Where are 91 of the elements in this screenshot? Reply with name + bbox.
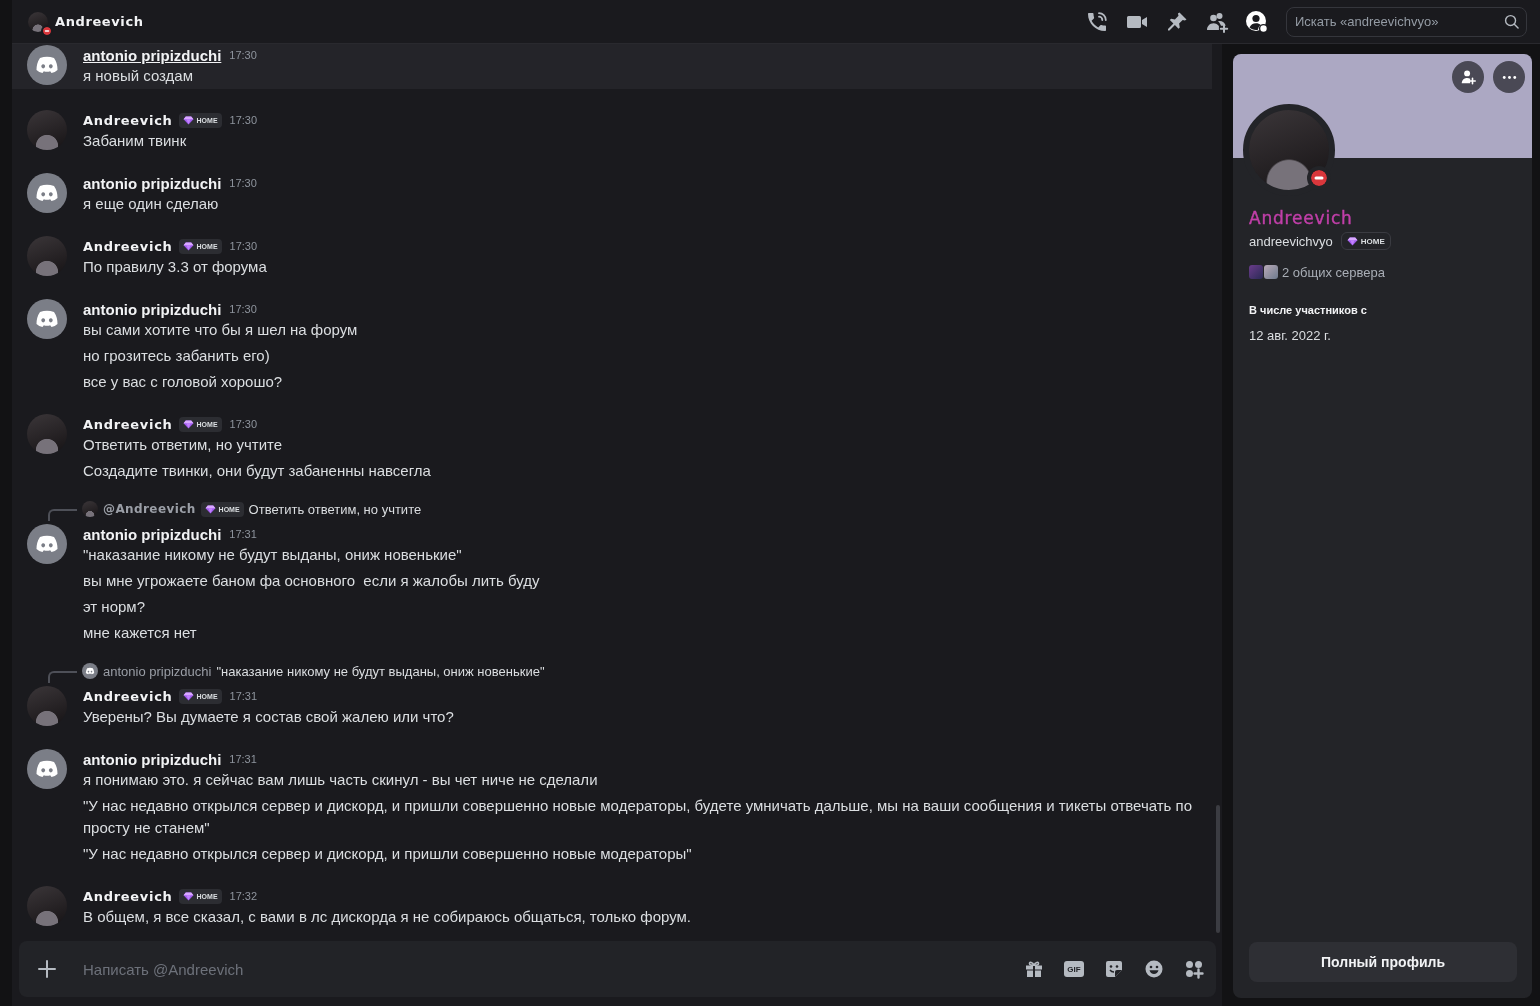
message-text: Ответить ответим, но учтите [83, 435, 284, 455]
gift-icon[interactable] [1024, 959, 1044, 979]
timestamp: 17:30 [229, 49, 257, 61]
message-input[interactable]: Написать @Andreevich [83, 957, 1024, 981]
username[interactable]: antonio pripizduchi [83, 750, 222, 768]
reply-connector [48, 509, 77, 521]
message-text: В общем, я все сказал, с вами в лс дискорда я не собираюсь общаться, только форум. [83, 907, 693, 927]
message-text: мне кажется нет [83, 623, 198, 643]
default-avatar-icon[interactable] [27, 749, 67, 789]
display-name: Andreevich [1249, 207, 1354, 230]
avatar-photo[interactable] [82, 501, 98, 517]
username[interactable]: Andreevich [83, 112, 173, 128]
user-profile-icon[interactable] [1245, 9, 1269, 34]
default-avatar-icon[interactable] [27, 524, 67, 564]
search-icon[interactable] [1504, 13, 1519, 29]
timestamp: 17:30 [229, 177, 257, 189]
timestamp: 17:31 [229, 528, 257, 540]
timestamp: 17:31 [229, 690, 258, 702]
tag-text: HOME [1360, 236, 1385, 246]
username[interactable]: Andreevich [83, 688, 173, 704]
message-text: эт норм? [83, 597, 146, 617]
default-avatar-icon[interactable] [27, 45, 67, 85]
message-text: вы сами хотите что бы я шел на форум [83, 320, 359, 340]
gif-button[interactable]: GIF [1064, 961, 1084, 977]
phone-icon[interactable] [1085, 9, 1109, 34]
message-text: вы мне угрожаете баном фа основного если я жалобы лить буду [83, 571, 541, 591]
default-avatar-icon[interactable] [27, 299, 67, 339]
username[interactable]: Andreevich [83, 238, 173, 254]
avatar-photo[interactable] [27, 414, 67, 454]
message-text: но грозитесь забанить его) [83, 346, 271, 366]
timestamp: 17:30 [229, 240, 258, 252]
username: andreevichvyo [1249, 233, 1333, 249]
gem-icon [182, 241, 194, 251]
timestamp: 17:30 [229, 114, 258, 126]
username[interactable]: antonio pripizduchi [83, 46, 222, 64]
message-text: "У нас недавно открылся сервер и дискорд, и пришли совершенно новые модераторы, будете умничать дальше, мы на ваши сообщения и тикеты отвечать по просту не станем" [83, 796, 1194, 838]
search-field[interactable]: Искать «andreevichvyo» [1286, 6, 1527, 37]
reply-preview[interactable]: "наказание никому не будут выданы, ониж новенькие" [216, 663, 545, 679]
server-tag[interactable]: HOME [1340, 232, 1391, 250]
emoji-icon[interactable] [1144, 959, 1164, 979]
message-text: я еще один сделаю [83, 194, 220, 214]
message-text: Уверены? Вы думаете я состав свой жалею или что? [83, 707, 455, 727]
username[interactable]: Andreevich [83, 888, 173, 904]
plus-icon[interactable] [37, 959, 57, 979]
gem-icon [1346, 236, 1358, 246]
avatar-photo[interactable] [27, 886, 67, 926]
reply-preview[interactable]: Ответить ответим, но учтите [248, 501, 422, 517]
add-friend-button[interactable] [1452, 61, 1484, 93]
full-profile-button[interactable]: Полный профиль [1249, 942, 1517, 982]
message-text: Создадите твинки, они будут забаненны навсегла [83, 461, 432, 481]
mutual-servers-link[interactable]: 2 общих сервера [1282, 264, 1385, 280]
reply-connector [48, 671, 77, 683]
username[interactable]: antonio pripizduchi [83, 525, 222, 543]
scrollbar-thumb[interactable] [1216, 805, 1220, 933]
username[interactable]: Andreevich [83, 416, 173, 432]
username[interactable]: antonio pripizduchi [83, 300, 222, 318]
message-field[interactable]: Написать @Andreevich GIF [19, 941, 1216, 997]
timestamp: 17:30 [229, 303, 257, 315]
message-text: "наказание никому не будут выданы, ониж новенькие" [83, 545, 463, 565]
message-text: По правилу 3.3 от форума [83, 257, 268, 277]
message-text: я понимаю это. я сейчас вам лишь часть скинул - вы чет ниче не сделали [83, 770, 599, 790]
avatar-photo[interactable] [27, 236, 67, 276]
apps-icon[interactable] [1184, 959, 1204, 979]
reply-author[interactable]: @Andreevich [103, 502, 196, 516]
timestamp: 17:30 [229, 418, 258, 430]
message-text: все у вас с головой хорошо? [83, 372, 284, 392]
message-text: Забаним твинк [83, 131, 188, 151]
sticker-icon[interactable] [1104, 959, 1124, 979]
username[interactable]: antonio pripizduchi [83, 174, 222, 192]
section-heading: В числе участников с [1249, 303, 1368, 318]
gem-icon [182, 419, 194, 429]
window-title: Andreevich [55, 14, 144, 29]
avatar-photo[interactable] [27, 686, 67, 726]
message-text: я новый создам [83, 66, 194, 86]
more-button[interactable] [1493, 61, 1525, 93]
default-avatar-icon[interactable] [82, 663, 98, 679]
member-since-date: 12 авг. 2022 г. [1249, 327, 1332, 345]
add-user-icon [1459, 68, 1477, 86]
message-text: "У нас недавно открылся сервер и дискорд, и пришли совершенно новые модераторы" [83, 844, 693, 864]
gem-icon [182, 115, 194, 125]
gem-icon [204, 504, 216, 514]
server-icon[interactable] [1264, 265, 1278, 279]
reply-author[interactable]: antonio pripizduchi [103, 663, 212, 679]
timestamp: 17:31 [229, 753, 257, 765]
timestamp: 17:32 [229, 890, 258, 902]
gem-icon [182, 691, 194, 701]
more-icon [1501, 74, 1517, 80]
gem-icon [182, 891, 194, 901]
avatar-photo[interactable] [28, 11, 48, 32]
avatar-photo[interactable] [27, 110, 67, 150]
default-avatar-icon[interactable] [27, 173, 67, 213]
